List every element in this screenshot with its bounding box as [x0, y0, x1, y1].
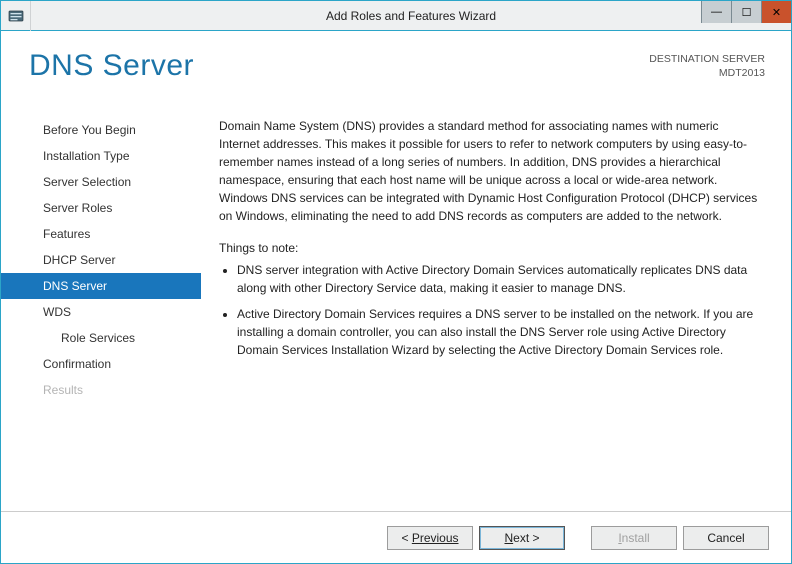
notes-list: DNS server integration with Active Direc… — [219, 261, 761, 359]
wizard-footer: < Previous Next > Install Cancel — [1, 511, 791, 563]
sidebar-item-dhcp-server[interactable]: DHCP Server — [1, 247, 201, 273]
wizard-sidebar: Before You BeginInstallation TypeServer … — [1, 111, 201, 511]
main-content: Domain Name System (DNS) provides a stan… — [201, 111, 765, 511]
note-item: Active Directory Domain Services require… — [237, 305, 761, 359]
window-title: Add Roles and Features Wizard — [31, 9, 791, 23]
destination-server-name: MDT2013 — [649, 67, 765, 81]
description-paragraph: Domain Name System (DNS) provides a stan… — [219, 117, 761, 225]
sidebar-item-installation-type[interactable]: Installation Type — [1, 143, 201, 169]
app-icon — [1, 1, 31, 31]
cancel-button[interactable]: Cancel — [683, 526, 769, 550]
next-button[interactable]: Next > — [479, 526, 565, 550]
sidebar-item-server-roles[interactable]: Server Roles — [1, 195, 201, 221]
sidebar-item-dns-server[interactable]: DNS Server — [1, 273, 201, 299]
page-title: DNS Server — [29, 49, 194, 83]
notes-heading: Things to note: — [219, 239, 761, 257]
sidebar-item-server-selection[interactable]: Server Selection — [1, 169, 201, 195]
sidebar-item-confirmation[interactable]: Confirmation — [1, 351, 201, 377]
title-bar: Add Roles and Features Wizard — ☐ ✕ — [1, 1, 791, 31]
close-button[interactable]: ✕ — [761, 1, 791, 23]
maximize-button[interactable]: ☐ — [731, 1, 761, 23]
sidebar-item-wds[interactable]: WDS — [1, 299, 201, 325]
sidebar-item-before-you-begin[interactable]: Before You Begin — [1, 117, 201, 143]
sidebar-item-features[interactable]: Features — [1, 221, 201, 247]
note-item: DNS server integration with Active Direc… — [237, 261, 761, 297]
sidebar-item-role-services[interactable]: Role Services — [1, 325, 201, 351]
destination-server-box: DESTINATION SERVER MDT2013 — [649, 53, 765, 80]
previous-button[interactable]: < Previous — [387, 526, 473, 550]
sidebar-item-results: Results — [1, 377, 201, 403]
minimize-button[interactable]: — — [701, 1, 731, 23]
destination-server-label: DESTINATION SERVER — [649, 53, 765, 67]
window-controls: — ☐ ✕ — [701, 1, 791, 23]
install-button[interactable]: Install — [591, 526, 677, 550]
